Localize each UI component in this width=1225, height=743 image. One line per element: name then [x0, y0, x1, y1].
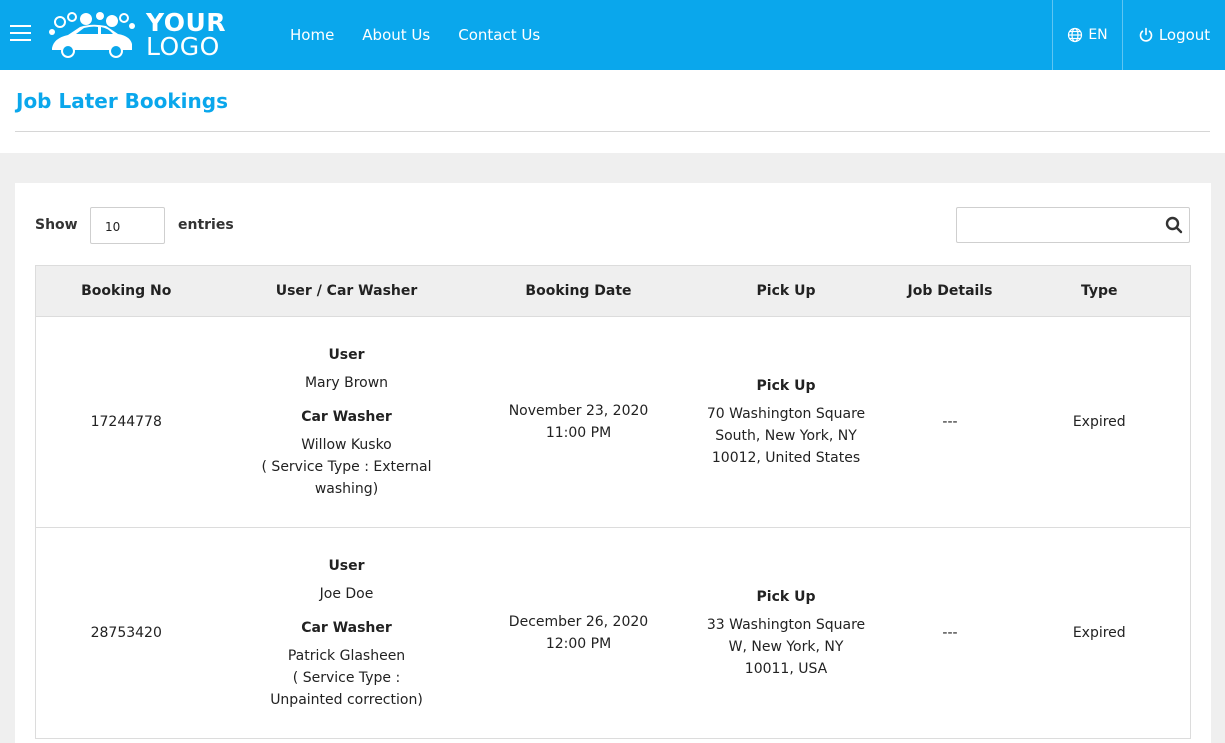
- car-wash-logo-icon: [49, 12, 135, 58]
- site-logo[interactable]: YOUR LOGO: [46, 7, 226, 63]
- title-divider: [15, 131, 1210, 132]
- language-switcher[interactable]: EN: [1052, 0, 1122, 70]
- search-icon[interactable]: [1165, 216, 1183, 234]
- user-label: User: [328, 558, 365, 574]
- table-row: 28753420 User Joe Doe Car Washer Patrick…: [35, 527, 1191, 739]
- show-label: Show: [35, 217, 78, 233]
- pick-up-cell: Pick Up 33 Washington Square W, New York…: [680, 527, 892, 739]
- user-name: Mary Brown: [304, 375, 389, 391]
- service-type: ( Service Type : External washing): [261, 459, 432, 497]
- entries-label: entries: [178, 217, 234, 233]
- type-cell: Expired: [1008, 527, 1191, 739]
- booking-date-cell: December 26, 2020 12:00 PM: [476, 527, 681, 739]
- logout-button[interactable]: Logout: [1122, 0, 1225, 70]
- search-box: [956, 207, 1190, 243]
- table-row: 17244778 User Mary Brown Car Washer Will…: [35, 316, 1191, 528]
- hamburger-menu-icon[interactable]: [10, 25, 31, 43]
- search-input[interactable]: [957, 208, 1157, 242]
- booking-date: November 23, 2020: [508, 403, 649, 419]
- column-header-user-car-washer[interactable]: User / Car Washer: [216, 265, 477, 317]
- main-nav: Home About Us Contact Us: [290, 0, 568, 70]
- booking-date: December 26, 2020: [508, 614, 649, 630]
- user-car-washer-cell: User Joe Doe Car Washer Patrick Glasheen…: [216, 527, 477, 739]
- pick-up-label: Pick Up: [756, 378, 816, 394]
- user-label: User: [328, 347, 365, 363]
- booking-no-cell: 28753420: [35, 527, 217, 739]
- power-icon: [1139, 27, 1153, 42]
- job-details-cell: ---: [891, 316, 1009, 528]
- column-header-booking-no[interactable]: Booking No: [35, 265, 217, 317]
- car-washer-name: Patrick Glasheen: [287, 648, 406, 664]
- booking-time: 12:00 PM: [545, 636, 612, 652]
- pick-up-address: 33 Washington Square W, New York, NY 100…: [706, 617, 866, 677]
- page-title: Job Later Bookings: [16, 89, 228, 113]
- top-navbar: YOUR LOGO Home About Us Contact Us EN Lo…: [0, 0, 1225, 70]
- service-type: ( Service Type : Unpainted correction): [270, 670, 423, 708]
- car-washer-name: Willow Kusko: [301, 437, 392, 453]
- pick-up-address: 70 Washington Square South, New York, NY…: [706, 406, 866, 466]
- column-header-type[interactable]: Type: [1008, 265, 1191, 317]
- language-label: EN: [1088, 27, 1108, 43]
- user-car-washer-cell: User Mary Brown Car Washer Willow Kusko …: [216, 316, 477, 528]
- page-header: Job Later Bookings: [0, 70, 1225, 153]
- booking-date-cell: November 23, 2020 11:00 PM: [476, 316, 681, 528]
- job-details-cell: ---: [891, 527, 1009, 739]
- car-washer-label: Car Washer: [301, 409, 392, 425]
- globe-icon: [1068, 27, 1083, 43]
- entries-per-page-select[interactable]: 10: [90, 207, 165, 244]
- logo-line-2: LOGO: [146, 32, 220, 61]
- user-name: Joe Doe: [319, 586, 374, 602]
- pick-up-cell: Pick Up 70 Washington Square South, New …: [680, 316, 892, 528]
- nav-about-us-link[interactable]: About Us: [362, 26, 430, 44]
- nav-home-link[interactable]: Home: [290, 26, 334, 44]
- column-header-pick-up[interactable]: Pick Up: [680, 265, 892, 317]
- bookings-card: Show 10 entries Booking No User / Car Wa…: [15, 183, 1211, 743]
- nav-contact-us-link[interactable]: Contact Us: [458, 26, 540, 44]
- table-header-row: Booking No User / Car Washer Booking Dat…: [35, 265, 1191, 317]
- column-header-booking-date[interactable]: Booking Date: [476, 265, 681, 317]
- car-washer-label: Car Washer: [301, 620, 392, 636]
- logout-label: Logout: [1158, 26, 1211, 44]
- logo-text: YOUR LOGO: [146, 10, 226, 61]
- type-cell: Expired: [1008, 316, 1191, 528]
- booking-no-cell: 17244778: [35, 316, 217, 528]
- column-header-job-details[interactable]: Job Details: [891, 265, 1009, 317]
- booking-time: 11:00 PM: [545, 425, 612, 441]
- pick-up-label: Pick Up: [756, 589, 816, 605]
- bookings-table: Booking No User / Car Washer Booking Dat…: [35, 265, 1191, 739]
